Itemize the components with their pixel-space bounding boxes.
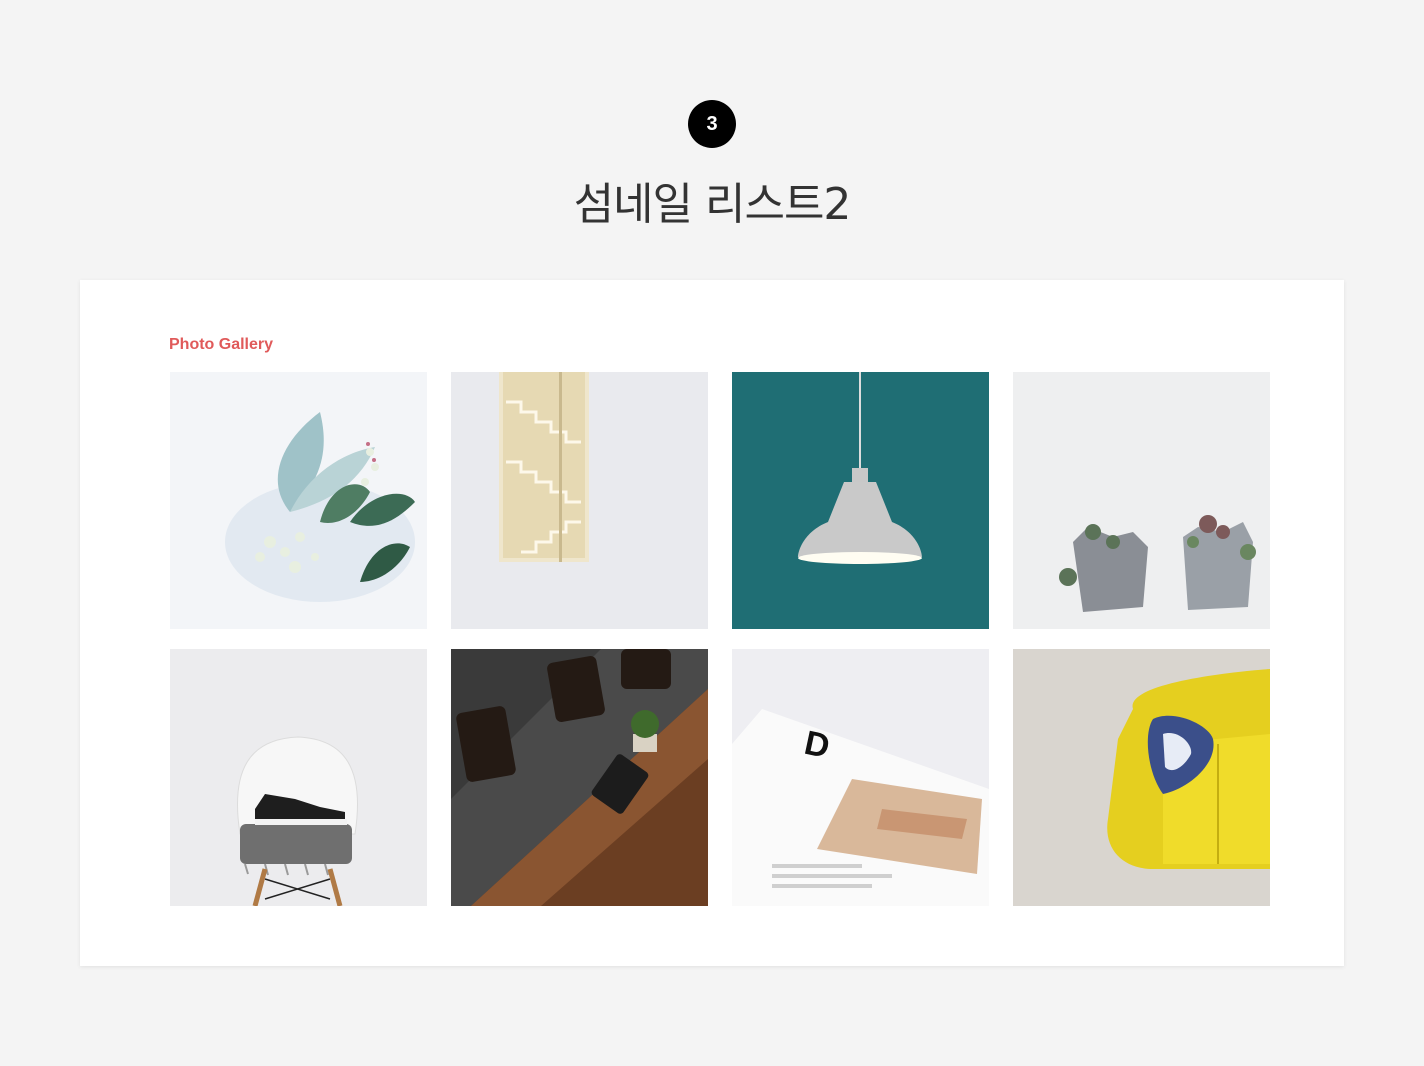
thumbnail-staircase[interactable] — [451, 372, 708, 629]
lamp-image — [732, 372, 989, 629]
chair-sneakers-image — [170, 649, 427, 906]
gallery-label: Photo Gallery — [169, 336, 274, 353]
gallery-card: Photo Gallery D — [80, 280, 1344, 966]
succulents-image — [1013, 372, 1270, 629]
thumbnail-chair-sneakers[interactable] — [170, 649, 427, 906]
sofa-image — [1013, 649, 1270, 906]
thumbnail-grid: D — [170, 372, 1270, 906]
thumbnail-flowers[interactable] — [170, 372, 427, 629]
thumbnail-sofa[interactable] — [1013, 649, 1270, 906]
staircase-image — [451, 372, 708, 629]
thumbnail-table[interactable] — [451, 649, 708, 906]
table-image — [451, 649, 708, 906]
page-title: 섬네일 리스트2 — [573, 179, 852, 230]
step-number: 3 — [706, 112, 718, 135]
flowers-image — [170, 372, 427, 629]
thumbnail-lamp[interactable] — [732, 372, 989, 629]
step-number-badge: 3 — [688, 100, 736, 148]
thumbnail-magazine[interactable]: D — [732, 649, 989, 906]
thumbnail-succulents[interactable] — [1013, 372, 1270, 629]
magazine-image: D — [732, 649, 989, 906]
